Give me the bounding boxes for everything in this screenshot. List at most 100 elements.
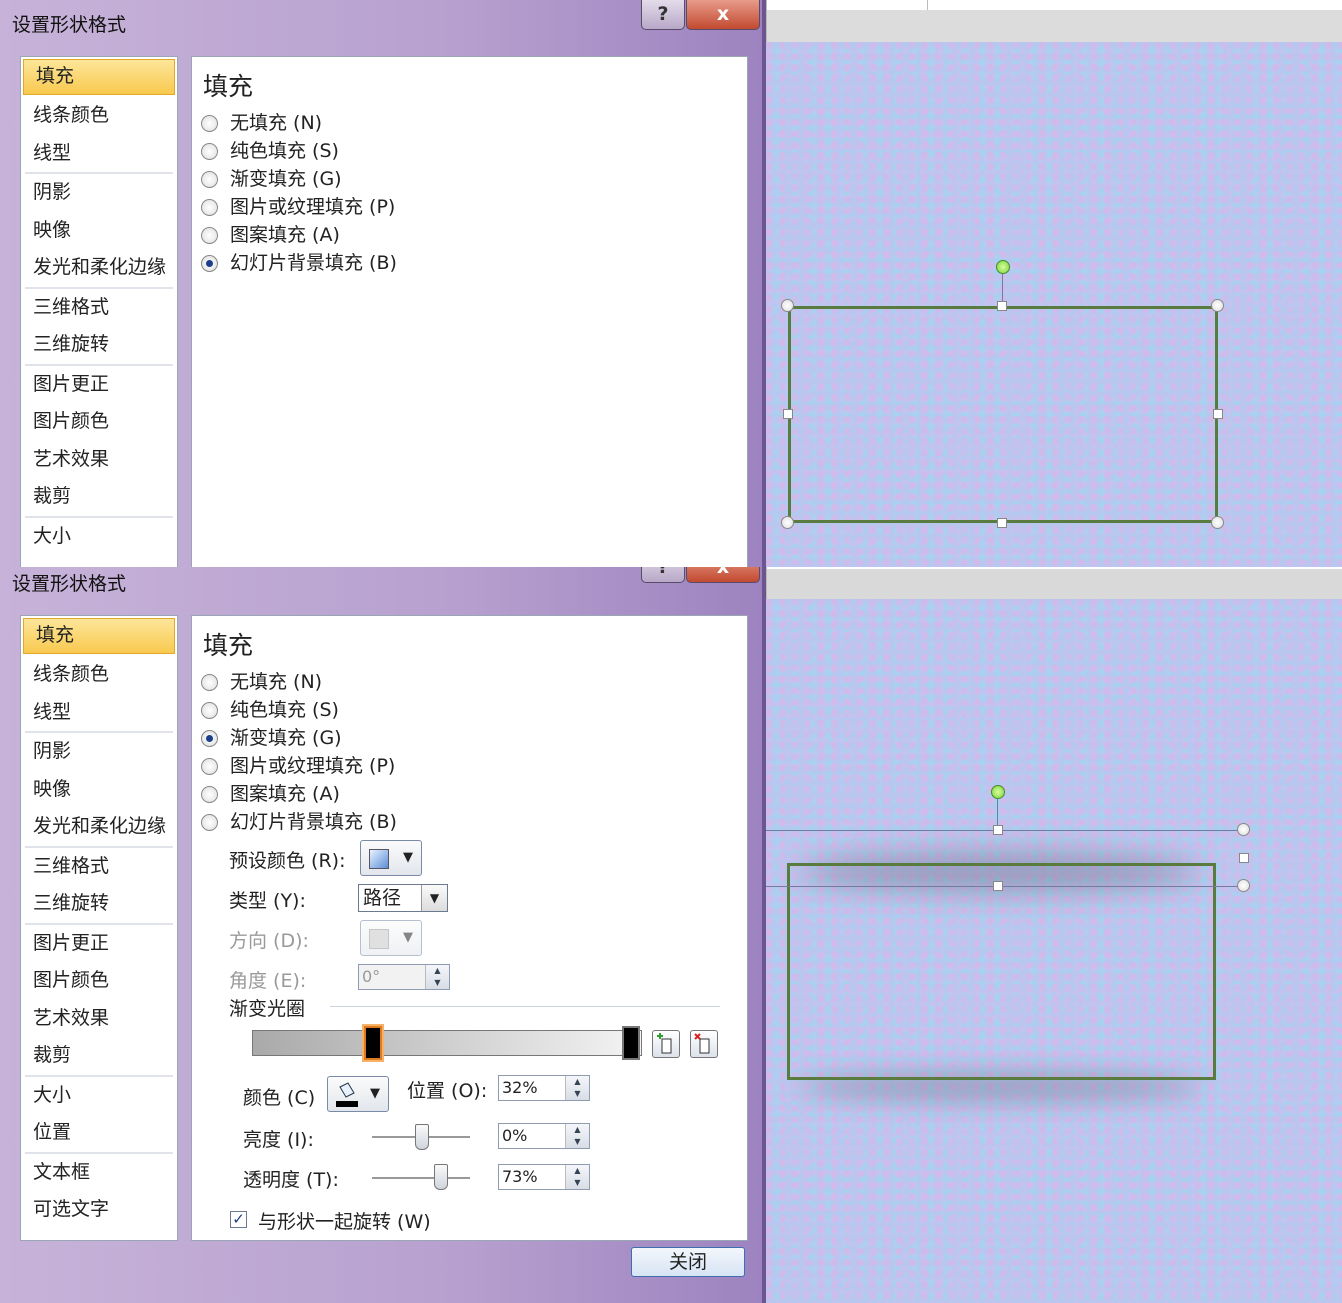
resize-handle-sw[interactable] <box>781 516 794 529</box>
spinner-icon[interactable]: ▲ ▼ <box>425 965 449 989</box>
nav-item-picture-corrections[interactable]: 图片更正 <box>21 366 177 404</box>
dialog-title: 设置形状格式 <box>12 573 127 595</box>
angle-input[interactable]: 0° ▲ ▼ <box>358 964 450 990</box>
rotation-handle[interactable] <box>996 260 1010 274</box>
rotation-handle[interactable] <box>991 785 1005 799</box>
preset-color-dropdown[interactable]: ▼ <box>360 840 422 876</box>
nav-item-line-color[interactable]: 线条颜色 <box>21 656 177 694</box>
type-label: 类型 (Y): <box>229 890 306 912</box>
nav-item-alt-text[interactable]: 可选文字 <box>21 1191 177 1229</box>
gradient-stop[interactable] <box>622 1026 640 1060</box>
position-input[interactable]: 32% ▲ ▼ <box>498 1075 590 1101</box>
transparency-value: 73% <box>502 1167 538 1186</box>
resize-handle-e[interactable] <box>1213 409 1223 419</box>
resize-handle-se[interactable] <box>1211 516 1224 529</box>
radio-solid-fill[interactable]: 纯色填充 (S) <box>201 696 339 724</box>
nav-item-3d-format[interactable]: 三维格式 <box>21 289 177 327</box>
nav-item-picture-color[interactable]: 图片颜色 <box>21 403 177 441</box>
nav-item-crop[interactable]: 裁剪 <box>21 478 177 516</box>
nav-item-text-box[interactable]: 文本框 <box>21 1154 177 1192</box>
brightness-slider-thumb[interactable] <box>415 1124 429 1150</box>
nav-item-size[interactable]: 大小 <box>21 518 177 556</box>
resize-handle-w[interactable] <box>783 409 793 419</box>
radio-no-fill[interactable]: 无填充 (N) <box>201 668 322 696</box>
bottom-screenshot: 设置形状格式 ? x 填充 线条颜色 线型 阴影 映像 发光和柔化边缘 三维格式… <box>0 567 1342 1303</box>
resize-handle-s[interactable] <box>993 881 1003 891</box>
radio-button[interactable] <box>201 199 218 216</box>
nav-item-3d-rotation[interactable]: 三维旋转 <box>21 326 177 364</box>
resize-handle-ne[interactable] <box>1211 299 1224 312</box>
transparency-slider-track[interactable] <box>372 1177 470 1179</box>
gradient-stop-selected[interactable] <box>364 1026 382 1060</box>
resize-handle-ne[interactable] <box>1237 823 1250 836</box>
nav-item-line-style[interactable]: 线型 <box>21 135 177 173</box>
nav-item-reflection[interactable]: 映像 <box>21 771 177 809</box>
radio-no-fill[interactable]: 无填充 (N) <box>201 109 322 137</box>
radio-button-checked[interactable] <box>201 730 218 747</box>
transparency-input[interactable]: 73% ▲ ▼ <box>498 1164 590 1190</box>
transparency-slider-thumb[interactable] <box>434 1164 448 1190</box>
radio-button[interactable] <box>201 143 218 160</box>
radio-button[interactable] <box>201 674 218 691</box>
nav-item-fill[interactable]: 填充 <box>23 618 175 654</box>
resize-handle-nw[interactable] <box>781 299 794 312</box>
radio-button[interactable] <box>201 786 218 803</box>
resize-handle-n[interactable] <box>993 825 1003 835</box>
radio-button[interactable] <box>201 758 218 775</box>
radio-button[interactable] <box>201 227 218 244</box>
type-select[interactable]: 路径 ▼ <box>358 884 448 912</box>
nav-item-artistic-effects[interactable]: 艺术效果 <box>21 441 177 479</box>
radio-button[interactable] <box>201 702 218 719</box>
spinner-icon[interactable]: ▲ ▼ <box>565 1165 589 1189</box>
resize-handle-se[interactable] <box>1237 879 1250 892</box>
remove-stop-button[interactable] <box>690 1030 718 1058</box>
radio-button-checked[interactable] <box>201 255 218 272</box>
window-close-button[interactable]: x <box>686 567 760 583</box>
nav-item-shadow[interactable]: 阴影 <box>21 174 177 212</box>
nav-item-3d-rotation[interactable]: 三维旋转 <box>21 885 177 923</box>
help-button[interactable]: ? <box>641 0 685 30</box>
radio-gradient-fill[interactable]: 渐变填充 (G) <box>201 165 342 193</box>
direction-dropdown[interactable]: ▼ <box>360 920 422 956</box>
nav-item-size[interactable]: 大小 <box>21 1077 177 1115</box>
nav-item-fill[interactable]: 填充 <box>23 59 175 95</box>
radio-slide-background-fill[interactable]: 幻灯片背景填充 (B) <box>201 808 397 836</box>
radio-button[interactable] <box>201 814 218 831</box>
nav-item-line-style[interactable]: 线型 <box>21 694 177 732</box>
nav-item-glow[interactable]: 发光和柔化边缘 <box>21 808 177 846</box>
radio-gradient-fill[interactable]: 渐变填充 (G) <box>201 724 342 752</box>
add-stop-button[interactable] <box>652 1030 680 1058</box>
radio-picture-fill[interactable]: 图片或纹理填充 (P) <box>201 752 395 780</box>
nav-item-position[interactable]: 位置 <box>21 1114 177 1152</box>
nav-item-crop[interactable]: 裁剪 <box>21 1037 177 1075</box>
brightness-input[interactable]: 0% ▲ ▼ <box>498 1123 590 1149</box>
nav-item-3d-format[interactable]: 三维格式 <box>21 848 177 886</box>
color-dropdown[interactable]: ▼ <box>327 1076 389 1112</box>
gradient-rectangle[interactable] <box>787 863 1216 1080</box>
resize-handle-s[interactable] <box>997 518 1007 528</box>
window-close-button[interactable]: x <box>686 0 760 30</box>
radio-slide-background-fill[interactable]: 幻灯片背景填充 (B) <box>201 249 397 277</box>
nav-item-glow[interactable]: 发光和柔化边缘 <box>21 249 177 287</box>
close-button[interactable]: 关闭 <box>631 1247 745 1277</box>
radio-pattern-fill[interactable]: 图案填充 (A) <box>201 221 340 249</box>
rotate-with-shape-checkbox[interactable]: ✓ <box>230 1211 247 1228</box>
radio-button[interactable] <box>201 171 218 188</box>
nav-item-artistic-effects[interactable]: 艺术效果 <box>21 1000 177 1038</box>
nav-item-reflection[interactable]: 映像 <box>21 212 177 250</box>
selected-rectangle[interactable] <box>788 306 1218 523</box>
nav-item-shadow[interactable]: 阴影 <box>21 733 177 771</box>
radio-pattern-fill[interactable]: 图案填充 (A) <box>201 780 340 808</box>
radio-picture-fill[interactable]: 图片或纹理填充 (P) <box>201 193 395 221</box>
nav-item-picture-corrections[interactable]: 图片更正 <box>21 925 177 963</box>
radio-button[interactable] <box>201 115 218 132</box>
spinner-icon[interactable]: ▲ ▼ <box>565 1076 589 1100</box>
help-button[interactable]: ? <box>641 567 685 583</box>
nav-item-picture-color[interactable]: 图片颜色 <box>21 962 177 1000</box>
nav-item-line-color[interactable]: 线条颜色 <box>21 97 177 135</box>
gradient-stops-bar[interactable] <box>252 1030 642 1056</box>
radio-solid-fill[interactable]: 纯色填充 (S) <box>201 137 339 165</box>
resize-handle-e[interactable] <box>1239 853 1249 863</box>
resize-handle-n[interactable] <box>997 301 1007 311</box>
spinner-icon[interactable]: ▲ ▼ <box>565 1124 589 1148</box>
